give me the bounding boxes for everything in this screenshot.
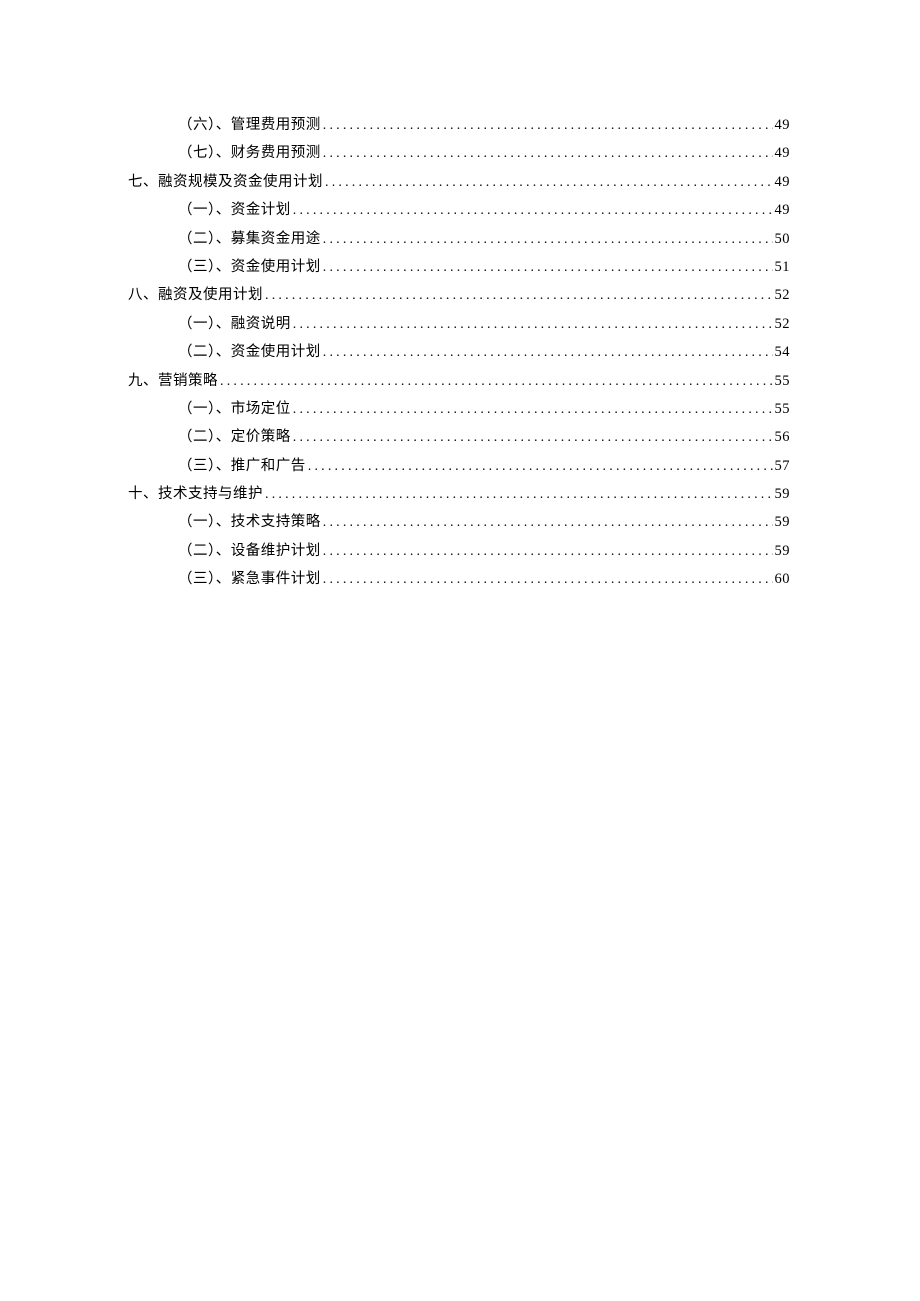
toc-title: 九、营销策略 (128, 374, 218, 389)
toc-entry: （七）、财务费用预测 49 (178, 146, 790, 161)
toc-page-number: 59 (773, 544, 791, 559)
toc-entry: （一）、资金计划 49 (178, 203, 790, 218)
toc-leader-dots (321, 346, 773, 360)
toc-entry: （一）、市场定位 55 (178, 402, 790, 417)
toc-leader-dots (321, 573, 773, 587)
toc-title: （一）、融资说明 (178, 317, 291, 332)
toc-entry: （一）、融资说明 52 (178, 317, 790, 332)
toc-title: （六）、管理费用预测 (178, 118, 321, 133)
document-page: （六）、管理费用预测 49 （七）、财务费用预测 49 七、融资规模及资金使用计… (0, 0, 920, 1301)
toc-page-number: 49 (773, 175, 791, 190)
toc-title: （三）、推广和广告 (178, 459, 306, 474)
toc-title: 十、技术支持与维护 (128, 487, 263, 502)
toc-leader-dots (291, 431, 773, 445)
toc-leader-dots (321, 545, 773, 559)
toc-entry: 十、技术支持与维护 59 (128, 487, 790, 502)
toc-page-number: 49 (773, 203, 791, 218)
toc-leader-dots (263, 289, 773, 303)
toc-title: （三）、紧急事件计划 (178, 572, 321, 587)
toc-entry: 七、融资规模及资金使用计划 49 (128, 175, 790, 190)
toc-page-number: 60 (773, 572, 791, 587)
toc-title: （一）、市场定位 (178, 402, 291, 417)
toc-entry: （二）、资金使用计划 54 (178, 345, 790, 360)
toc-title: （二）、募集资金用途 (178, 232, 321, 247)
toc-entry: 九、营销策略 55 (128, 374, 790, 389)
toc-title: 七、融资规模及资金使用计划 (128, 175, 323, 190)
toc-title: （二）、定价策略 (178, 430, 291, 445)
toc-page-number: 49 (773, 118, 791, 133)
toc-leader-dots (321, 119, 773, 133)
toc-leader-dots (263, 488, 773, 502)
toc-entry: （二）、设备维护计划 59 (178, 544, 790, 559)
toc-page-number: 57 (773, 459, 791, 474)
toc-leader-dots (306, 460, 773, 474)
toc-title: 八、融资及使用计划 (128, 288, 263, 303)
toc-entry: （三）、紧急事件计划 60 (178, 572, 790, 587)
toc-leader-dots (321, 261, 773, 275)
toc-title: （一）、资金计划 (178, 203, 291, 218)
toc-title: （二）、设备维护计划 (178, 544, 321, 559)
toc-title: （三）、资金使用计划 (178, 260, 321, 275)
toc-page-number: 55 (773, 402, 791, 417)
toc-page-number: 52 (773, 317, 791, 332)
toc-page-number: 54 (773, 345, 791, 360)
toc-page-number: 51 (773, 260, 791, 275)
toc-page-number: 59 (773, 487, 791, 502)
toc-entry: （六）、管理费用预测 49 (178, 118, 790, 133)
toc-leader-dots (291, 204, 773, 218)
toc-title: （二）、资金使用计划 (178, 345, 321, 360)
toc-entry: （一）、技术支持策略 59 (178, 515, 790, 530)
toc-page-number: 49 (773, 146, 791, 161)
toc-title: （一）、技术支持策略 (178, 515, 321, 530)
toc-entry: （二）、定价策略 56 (178, 430, 790, 445)
toc-page-number: 50 (773, 232, 791, 247)
toc-leader-dots (321, 147, 773, 161)
toc-leader-dots (291, 318, 773, 332)
toc-leader-dots (321, 233, 773, 247)
toc-leader-dots (291, 403, 773, 417)
toc-page-number: 52 (773, 288, 791, 303)
toc-leader-dots (218, 375, 773, 389)
toc-page-number: 56 (773, 430, 791, 445)
toc-entry: （三）、资金使用计划 51 (178, 260, 790, 275)
toc-title: （七）、财务费用预测 (178, 146, 321, 161)
toc-page-number: 55 (773, 374, 791, 389)
toc-entry: （三）、推广和广告 57 (178, 459, 790, 474)
toc-leader-dots (321, 516, 773, 530)
toc-leader-dots (323, 176, 773, 190)
toc-entry: 八、融资及使用计划 52 (128, 288, 790, 303)
toc-page-number: 59 (773, 515, 791, 530)
toc-entry: （二）、募集资金用途 50 (178, 232, 790, 247)
